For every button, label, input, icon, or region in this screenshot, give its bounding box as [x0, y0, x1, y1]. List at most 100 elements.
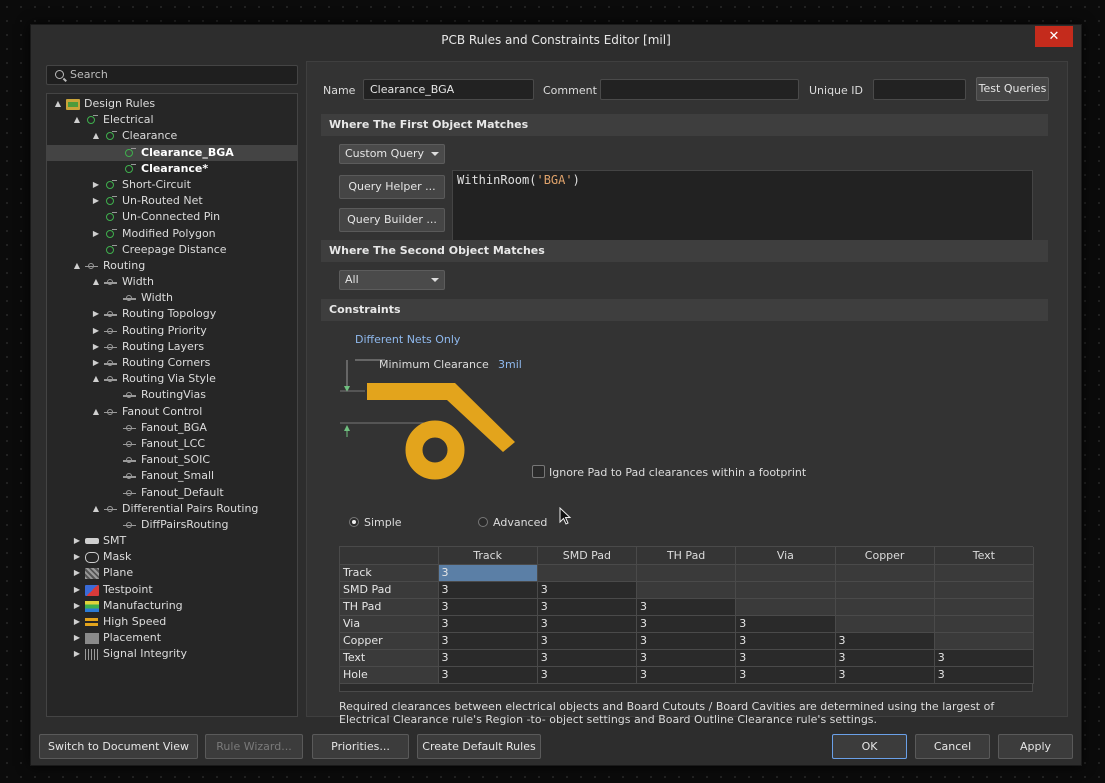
tree-item[interactable]: ▲ Routing — [47, 258, 297, 274]
name-field[interactable]: Clearance_BGA — [363, 79, 534, 100]
tree-item[interactable]: ▲ Routing Via Style — [47, 371, 297, 387]
search-input[interactable]: Search — [46, 65, 298, 85]
tree-item[interactable]: RoutingVias — [47, 387, 297, 403]
tree-item[interactable]: ▶ Manufacturing — [47, 598, 297, 614]
tree-item[interactable]: ▶ Routing Layers — [47, 339, 297, 355]
create-default-rules-button[interactable]: Create Default Rules — [417, 734, 541, 759]
matrix-cell[interactable]: 3 — [438, 632, 538, 650]
tree-item[interactable]: ▲ Electrical — [47, 112, 297, 128]
collapsed-arrow-icon[interactable]: ▶ — [91, 339, 101, 355]
switch-to-document-view-button[interactable]: Switch to Document View — [39, 734, 198, 759]
tree-item[interactable]: Clearance* — [47, 161, 297, 177]
tree-item[interactable]: ▲ Clearance — [47, 128, 297, 144]
matrix-cell[interactable]: 3 — [735, 666, 836, 684]
matrix-cell[interactable]: 3 — [835, 649, 935, 667]
tree-item[interactable]: ▶ Placement — [47, 630, 297, 646]
rule-wizard-button[interactable]: Rule Wizard... — [205, 734, 303, 759]
unique-id-field[interactable] — [873, 79, 966, 100]
matrix-cell[interactable]: 3 — [438, 666, 538, 684]
priorities-button[interactable]: Priorities... — [312, 734, 409, 759]
matrix-cell[interactable]: 3 — [438, 615, 538, 633]
matrix-cell[interactable]: 3 — [537, 615, 638, 633]
collapsed-arrow-icon[interactable]: ▶ — [91, 177, 101, 193]
query-helper-button[interactable]: Query Helper ... — [339, 175, 445, 199]
expanded-arrow-icon[interactable]: ▲ — [91, 371, 101, 387]
matrix-cell[interactable]: 3 — [438, 649, 538, 667]
tree-item[interactable]: ▶ Signal Integrity — [47, 646, 297, 662]
matrix-cell[interactable]: 3 — [537, 649, 638, 667]
first-object-combo[interactable]: Custom Query — [339, 144, 445, 164]
collapsed-arrow-icon[interactable]: ▶ — [72, 646, 82, 662]
matrix-cell[interactable]: 3 — [438, 598, 538, 616]
ignore-pad-checkbox[interactable] — [532, 465, 545, 478]
tree-item[interactable]: Un-Connected Pin — [47, 209, 297, 225]
expanded-arrow-icon[interactable]: ▲ — [72, 258, 82, 274]
collapsed-arrow-icon[interactable]: ▶ — [72, 533, 82, 549]
tree-item[interactable]: ▶ Plane — [47, 565, 297, 581]
matrix-cell[interactable]: 3 — [537, 598, 638, 616]
matrix-cell[interactable]: 3 — [636, 615, 737, 633]
tree-item[interactable]: ▶ Modified Polygon — [47, 226, 297, 242]
collapsed-arrow-icon[interactable]: ▶ — [91, 226, 101, 242]
tree-item[interactable]: ▶ Routing Priority — [47, 323, 297, 339]
second-object-combo[interactable]: All — [339, 270, 445, 290]
tree-item[interactable]: Width — [47, 290, 297, 306]
expanded-arrow-icon[interactable]: ▲ — [91, 501, 101, 517]
tree-item[interactable]: ▶ Testpoint — [47, 582, 297, 598]
tree-item[interactable]: ▶ Short-Circuit — [47, 177, 297, 193]
expanded-arrow-icon[interactable]: ▲ — [91, 404, 101, 420]
collapsed-arrow-icon[interactable]: ▶ — [91, 355, 101, 371]
tree-item[interactable]: ▶ Routing Corners — [47, 355, 297, 371]
matrix-cell[interactable]: 3 — [934, 649, 1035, 667]
tree-item[interactable]: Fanout_LCC — [47, 436, 297, 452]
min-clearance-value[interactable]: 3mil — [498, 358, 522, 371]
tree-item[interactable]: ▶ SMT — [47, 533, 297, 549]
tree-item[interactable]: ▶ High Speed — [47, 614, 297, 630]
tree-item[interactable]: Fanout_BGA — [47, 420, 297, 436]
tree-item[interactable]: Creepage Distance — [47, 242, 297, 258]
matrix-cell[interactable]: 3 — [735, 615, 836, 633]
collapsed-arrow-icon[interactable]: ▶ — [91, 323, 101, 339]
collapsed-arrow-icon[interactable]: ▶ — [72, 582, 82, 598]
tree-item[interactable]: Fanout_Default — [47, 485, 297, 501]
matrix-cell[interactable]: 3 — [537, 666, 638, 684]
comment-field[interactable] — [600, 79, 799, 100]
matrix-cell[interactable]: 3 — [636, 666, 737, 684]
collapsed-arrow-icon[interactable]: ▶ — [72, 565, 82, 581]
test-queries-button[interactable]: Test Queries — [976, 77, 1049, 101]
expanded-arrow-icon[interactable]: ▲ — [53, 96, 63, 112]
tree-item[interactable]: ▲ Width — [47, 274, 297, 290]
tree-item[interactable]: ▲ Design Rules — [47, 96, 297, 112]
ok-button[interactable]: OK — [832, 734, 907, 759]
expanded-arrow-icon[interactable]: ▲ — [91, 128, 101, 144]
matrix-cell[interactable]: 3 — [636, 649, 737, 667]
query-builder-button[interactable]: Query Builder ... — [339, 208, 445, 232]
matrix-cell[interactable]: 3 — [438, 564, 538, 582]
tree-item[interactable]: ▲ Differential Pairs Routing — [47, 501, 297, 517]
matrix-cell[interactable]: 3 — [636, 598, 737, 616]
tree-item[interactable]: ▶ Mask — [47, 549, 297, 565]
expanded-arrow-icon[interactable]: ▲ — [72, 112, 82, 128]
matrix-cell[interactable]: 3 — [835, 666, 935, 684]
collapsed-arrow-icon[interactable]: ▶ — [72, 614, 82, 630]
matrix-cell[interactable]: 3 — [537, 632, 638, 650]
matrix-cell[interactable]: 3 — [835, 632, 935, 650]
matrix-cell[interactable]: 3 — [438, 581, 538, 599]
collapsed-arrow-icon[interactable]: ▶ — [91, 193, 101, 209]
matrix-cell[interactable]: 3 — [537, 581, 638, 599]
matrix-cell[interactable]: 3 — [735, 632, 836, 650]
close-button[interactable]: ✕ — [1035, 26, 1073, 47]
collapsed-arrow-icon[interactable]: ▶ — [72, 598, 82, 614]
tree-item[interactable]: ▶ Routing Topology — [47, 306, 297, 322]
matrix-cell[interactable]: 3 — [636, 632, 737, 650]
tree-item[interactable]: Clearance_BGA — [47, 144, 297, 161]
collapsed-arrow-icon[interactable]: ▶ — [72, 549, 82, 565]
tree-item[interactable]: ▲ Fanout Control — [47, 404, 297, 420]
tree-item[interactable]: ▶ Un-Routed Net — [47, 193, 297, 209]
expanded-arrow-icon[interactable]: ▲ — [91, 274, 101, 290]
collapsed-arrow-icon[interactable]: ▶ — [72, 630, 82, 646]
cancel-button[interactable]: Cancel — [915, 734, 990, 759]
simple-radio[interactable] — [349, 517, 359, 527]
apply-button[interactable]: Apply — [998, 734, 1073, 759]
collapsed-arrow-icon[interactable]: ▶ — [91, 306, 101, 322]
